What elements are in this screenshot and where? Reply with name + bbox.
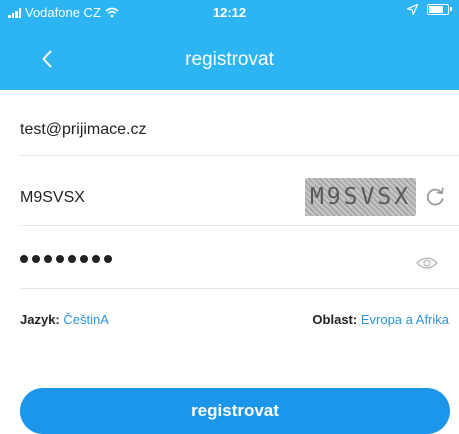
refresh-icon[interactable] xyxy=(424,186,446,208)
region-link[interactable]: Evropa a Afrika xyxy=(361,312,449,327)
password-masked xyxy=(20,255,112,263)
app-header: Vodafone CZ 12:12 registrovat xyxy=(0,0,459,90)
password-dot xyxy=(56,255,64,263)
battery-icon xyxy=(427,4,452,15)
password-dot xyxy=(44,255,52,263)
password-field[interactable] xyxy=(20,250,400,270)
password-dot xyxy=(32,255,40,263)
password-dot xyxy=(20,255,28,263)
language-link[interactable]: ČeštinA xyxy=(63,312,109,327)
password-dot xyxy=(92,255,100,263)
captcha-image-text: M9SVSX xyxy=(309,184,412,210)
register-button[interactable]: registrovat xyxy=(20,388,450,434)
captcha-value: M9SVSX xyxy=(20,189,85,206)
status-time: 12:12 xyxy=(212,5,247,20)
language-selector: Jazyk: ČeštinA xyxy=(20,312,109,327)
region-label: Oblast: xyxy=(312,312,358,327)
status-bar: Vodafone CZ 12:12 xyxy=(0,0,459,24)
captcha-image[interactable]: M9SVSX xyxy=(305,178,416,216)
password-dot xyxy=(104,255,112,263)
email-field[interactable]: test@prijimace.cz xyxy=(20,119,450,143)
eye-icon[interactable] xyxy=(416,256,438,270)
location-arrow-icon xyxy=(407,4,418,15)
captcha-field[interactable]: M9SVSX xyxy=(20,187,290,211)
page-title: registrovat xyxy=(185,49,274,70)
region-selector: Oblast: Evropa a Afrika xyxy=(312,312,449,327)
email-value: test@prijimace.cz xyxy=(20,121,147,138)
password-dot xyxy=(68,255,76,263)
language-label: Jazyk: xyxy=(20,312,60,327)
password-divider xyxy=(20,288,459,289)
captcha-divider xyxy=(20,225,459,226)
password-dot xyxy=(80,255,88,263)
status-right xyxy=(407,4,452,15)
email-divider xyxy=(20,155,459,156)
